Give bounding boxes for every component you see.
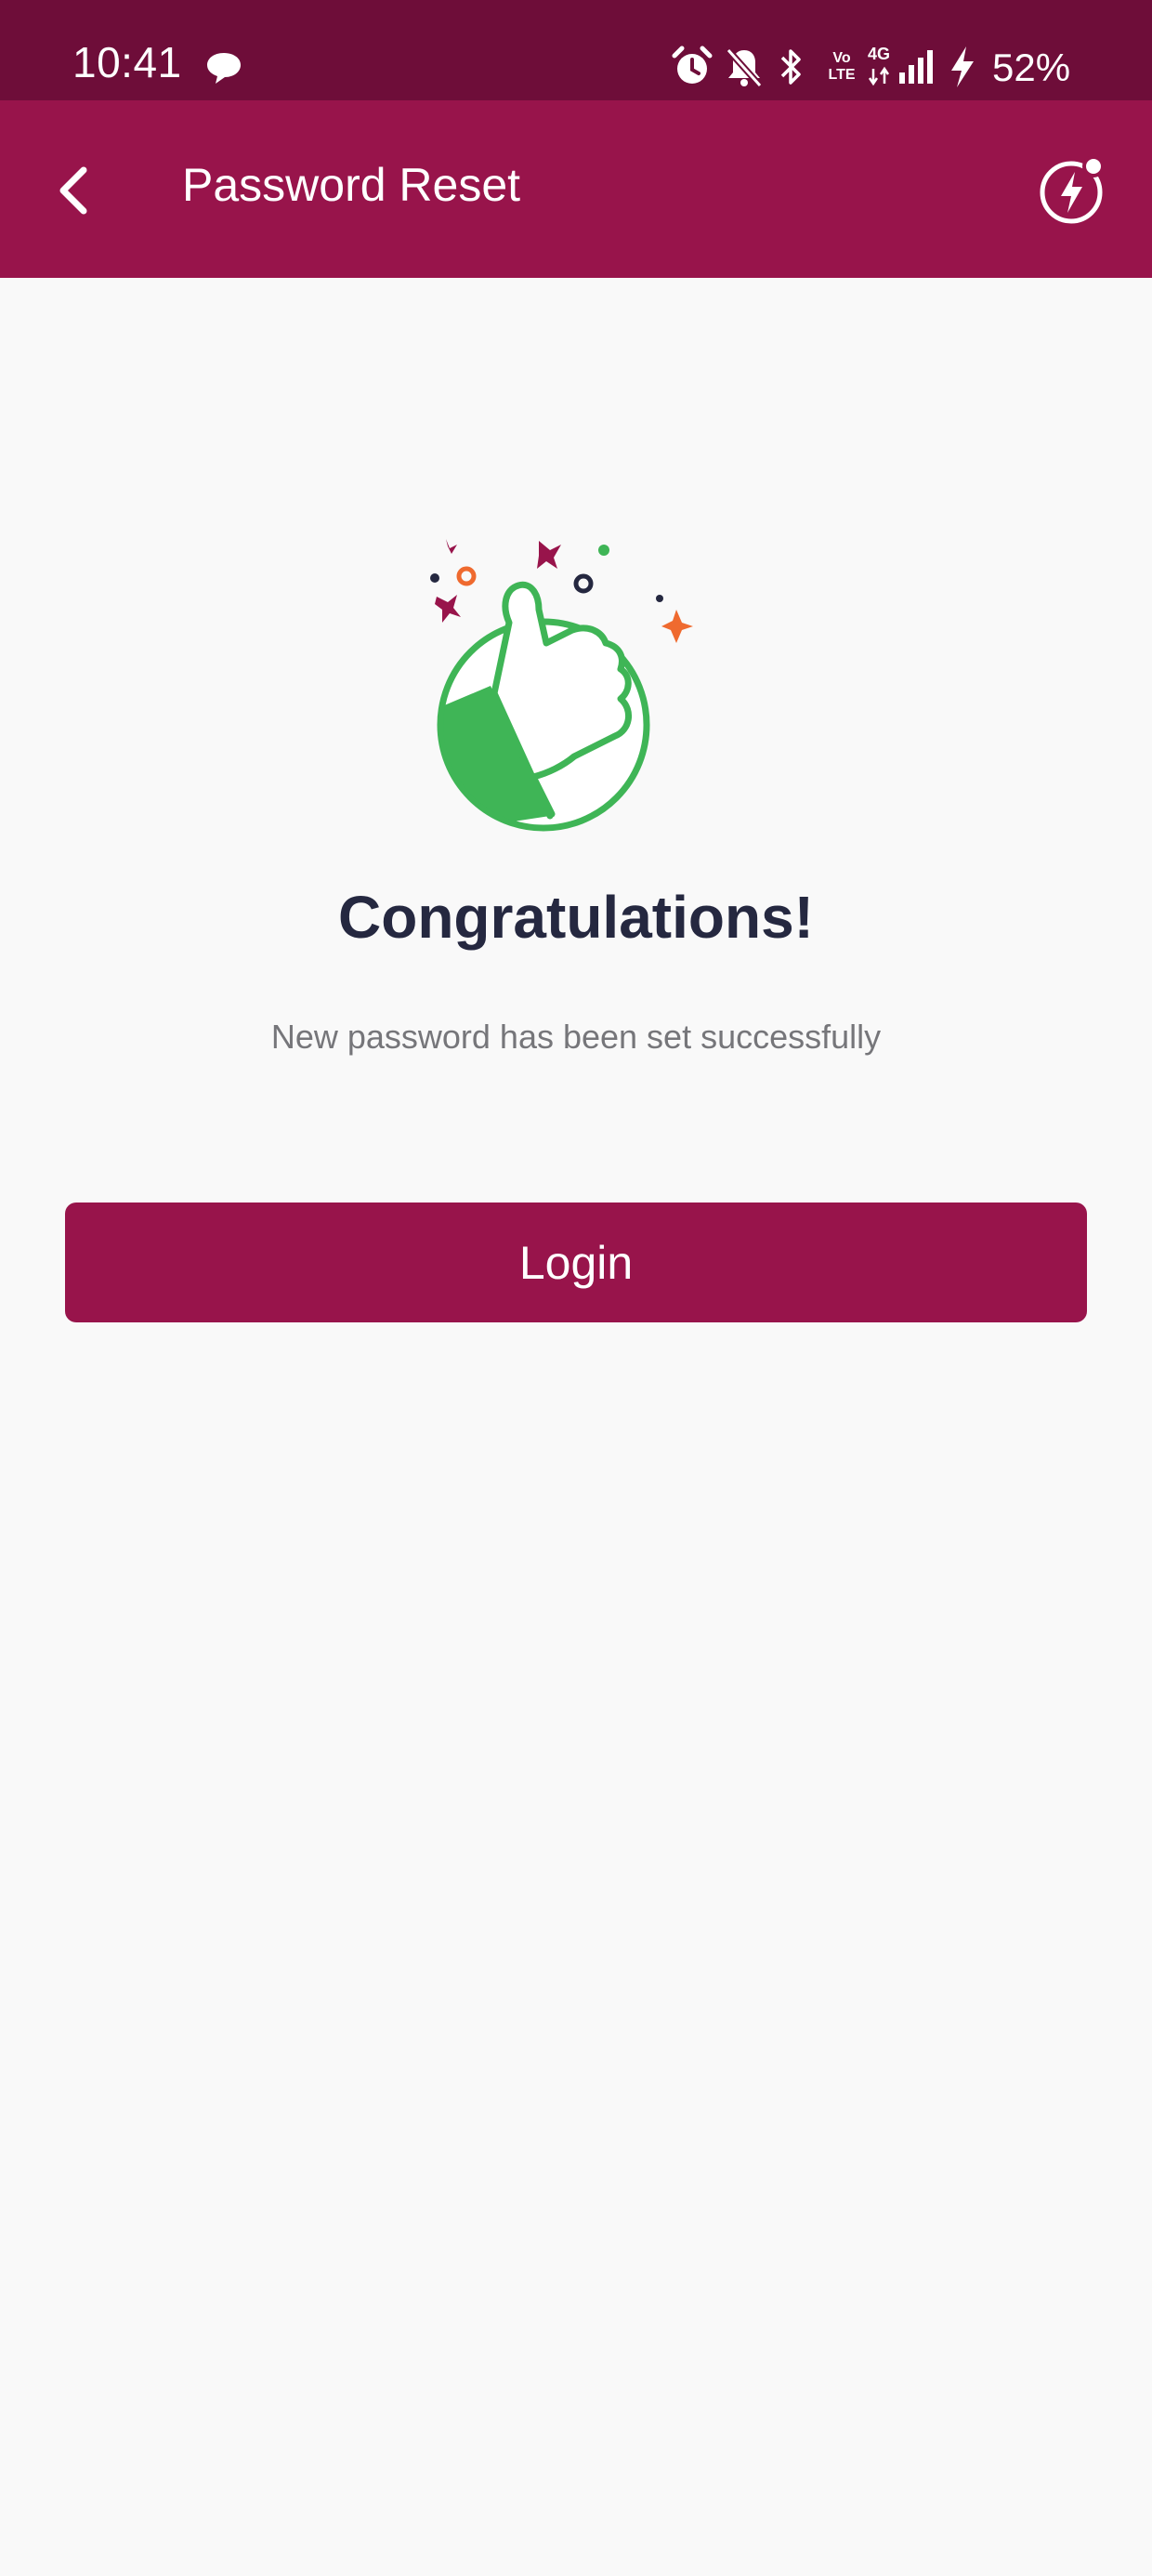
signal-4g-icon: 4G [868, 45, 936, 89]
bluetooth-icon [780, 49, 801, 85]
status-bar: 10:41 Vo LTE 4G 52% [0, 0, 1152, 100]
flash-icon [1040, 155, 1105, 224]
chat-icon [207, 53, 241, 84]
app-bar: Password Reset [0, 100, 1152, 278]
bell-off-icon [726, 47, 763, 88]
volte-icon: Vo LTE [828, 50, 856, 83]
charging-icon [951, 46, 974, 87]
success-heading: Congratulations! [338, 884, 814, 951]
battery-percent: 52% [992, 46, 1071, 89]
alarm-icon [672, 46, 713, 84]
success-message: New password has been set successfully [270, 1018, 882, 1056]
login-button[interactable]: Login [65, 1203, 1087, 1322]
back-button[interactable] [46, 151, 111, 226]
thumbs-up-icon [430, 539, 693, 832]
status-time: 10:41 [72, 38, 182, 86]
page-title: Password Reset [182, 159, 521, 211]
chevron-left-icon [59, 166, 87, 215]
flash-button[interactable] [1036, 153, 1110, 228]
